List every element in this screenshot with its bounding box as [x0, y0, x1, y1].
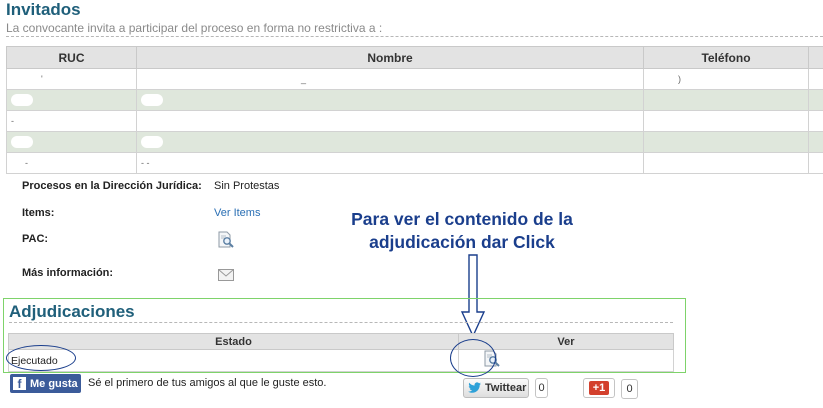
mas-info-label: Más información:: [22, 267, 114, 279]
table-header-row: RUC Nombre Teléfono: [6, 46, 823, 69]
table-row: - - -: [6, 152, 823, 174]
callout-line-1: Para ver el contenido de la: [351, 209, 573, 229]
estado-highlight-ellipse: [6, 345, 76, 371]
title-divider: [6, 36, 823, 37]
table-cell: [808, 131, 823, 153]
google-plus-label: +1: [588, 381, 610, 395]
table-cell: [643, 110, 809, 132]
items-label: Items:: [22, 207, 55, 219]
table-cell: [6, 131, 137, 153]
table-cell: [136, 89, 644, 111]
invitados-subtitle: La convocante invita a participar del pr…: [6, 21, 383, 35]
estado-cell: Ejecutado: [8, 349, 459, 372]
facebook-like-text: Sé el primero de tus amigos al que le gu…: [88, 377, 327, 389]
column-header-estado: Estado: [8, 333, 459, 350]
procesos-value: Sin Protestas: [214, 180, 280, 192]
table-row: -: [6, 110, 823, 132]
instruction-callout: Para ver el contenido de la adjudicación…: [322, 208, 602, 254]
pac-label: PAC:: [22, 233, 49, 245]
adjudicaciones-divider: [9, 322, 673, 323]
adjudicaciones-title: Adjudicaciones: [9, 302, 135, 321]
facebook-like-label: Me gusta: [30, 377, 78, 390]
twitter-tweet-label: Twittear: [485, 382, 527, 394]
callout-line-2: adjudicación dar Click: [369, 232, 555, 252]
table-cell: [643, 131, 809, 153]
column-header-telefono: Teléfono: [643, 46, 809, 69]
facebook-icon: f: [13, 377, 26, 390]
table-cell: - -: [136, 152, 644, 174]
table-cell: [808, 89, 823, 111]
google-plus-button[interactable]: +1: [583, 378, 615, 398]
table-row: [6, 131, 823, 153]
table-cell: [643, 152, 809, 174]
table-cell: [808, 110, 823, 132]
table-cell: [136, 131, 644, 153]
table-cell: -: [6, 110, 137, 132]
procesos-label: Procesos en la Dirección Jurídica:: [22, 180, 202, 192]
table-header-row: Estado Ver: [8, 333, 674, 350]
pac-view-icon[interactable]: [217, 231, 235, 252]
column-header-ruc: RUC: [6, 46, 137, 69]
column-header-extra: [808, 46, 823, 69]
column-header-nombre: Nombre: [136, 46, 644, 69]
table-cell: [136, 110, 644, 132]
facebook-like-button[interactable]: f Me gusta: [10, 374, 81, 393]
table-row: [6, 89, 823, 111]
twitter-count: 0: [535, 378, 548, 398]
table-row: ' _ ): [6, 68, 823, 90]
google-plus-count: 0: [621, 379, 638, 399]
ver-highlight-ellipse: [450, 339, 496, 377]
table-cell: [643, 89, 809, 111]
ver-items-link[interactable]: Ver Items: [214, 207, 260, 219]
table-cell: ): [643, 68, 809, 90]
invitados-table: RUC Nombre Teléfono ' _ ) - - - -: [6, 46, 823, 174]
mail-icon[interactable]: [218, 269, 234, 284]
twitter-bird-icon: [468, 382, 481, 393]
table-cell: [808, 68, 823, 90]
table-cell: [808, 152, 823, 174]
table-cell: [6, 89, 137, 111]
invitados-title: Invitados: [6, 0, 81, 19]
table-row: Ejecutado: [8, 349, 674, 372]
table-cell: _: [136, 68, 644, 90]
table-cell: ': [6, 68, 137, 90]
adjudicaciones-table: Estado Ver Ejecutado: [8, 333, 674, 372]
table-cell: -: [6, 152, 137, 174]
twitter-tweet-button[interactable]: Twittear: [463, 378, 529, 398]
